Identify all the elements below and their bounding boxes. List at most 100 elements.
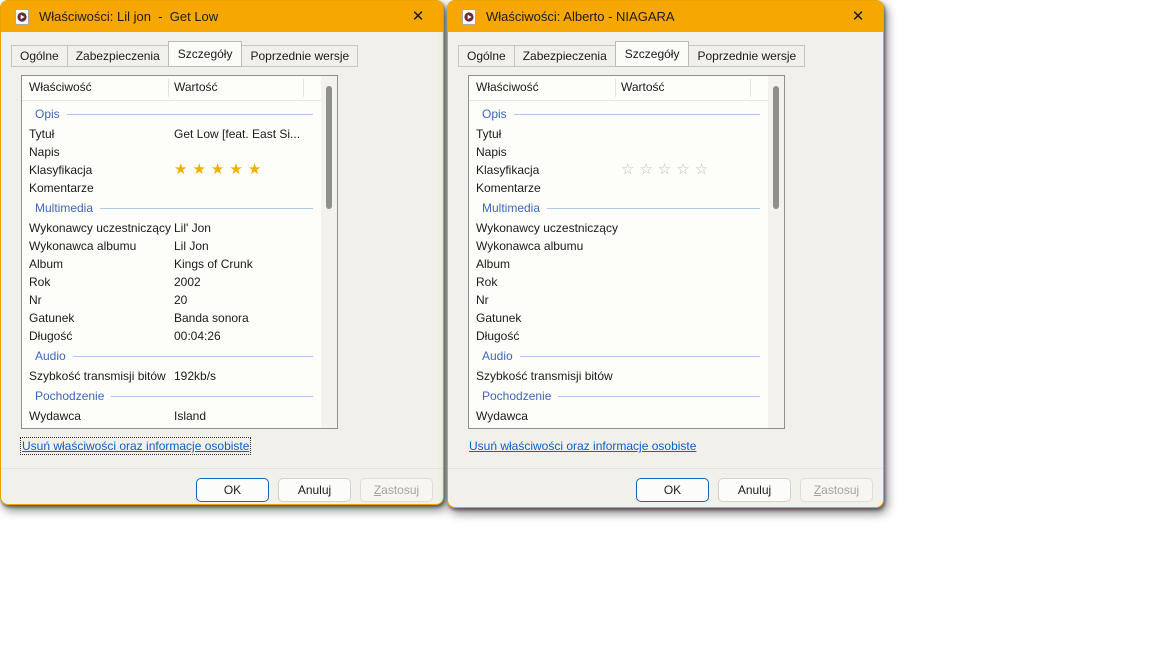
property-value[interactable]	[621, 255, 767, 273]
property-value[interactable]: Lil Jon	[174, 237, 320, 255]
close-icon[interactable]: ✕	[841, 1, 875, 32]
property-value[interactable]: 00:04:26	[174, 327, 320, 345]
property-row[interactable]: Napis	[469, 143, 767, 161]
cancel-button[interactable]: Anuluj	[278, 478, 351, 502]
remove-properties-link[interactable]: Usuń właściwości oraz informacje osobist…	[19, 437, 252, 455]
details-tab-page: Właściwość Wartość Opis Tytuł Napis Klas…	[448, 63, 883, 507]
star-filled-icon[interactable]: ★	[174, 162, 187, 178]
section-divider-line	[111, 396, 313, 397]
property-value[interactable]	[621, 179, 767, 197]
column-divider	[168, 79, 169, 97]
rating-row[interactable]: Klasyfikacja ★ ★ ★ ★ ★	[22, 161, 320, 179]
property-row[interactable]: Wykonawcy uczestniczący Lil' Jon	[22, 219, 320, 237]
section-heading: Pochodzenie	[35, 389, 105, 403]
property-row[interactable]: Komentarze	[22, 179, 320, 197]
property-value[interactable]: 2002	[174, 273, 320, 291]
property-row[interactable]: Nr 20	[22, 291, 320, 309]
property-value[interactable]	[621, 309, 767, 327]
property-value[interactable]	[621, 367, 767, 385]
property-row[interactable]: Wydawca	[469, 407, 767, 425]
property-value[interactable]	[621, 291, 767, 309]
property-row[interactable]: Rok 2002	[22, 273, 320, 291]
ok-button[interactable]: OK	[636, 478, 709, 502]
property-value[interactable]: Kings of Crunk	[174, 255, 320, 273]
scrollbar[interactable]	[768, 76, 784, 428]
window-title: Właściwości: Alberto - NIAGARA	[486, 9, 675, 24]
tab-szczegóły[interactable]: Szczegóły	[614, 41, 690, 67]
property-value[interactable]	[621, 407, 767, 425]
titlebar[interactable]: Właściwości: Alberto - NIAGARA ✕	[448, 1, 883, 32]
property-row[interactable]: Gatunek	[469, 309, 767, 327]
apply-button[interactable]: Zastosuj	[800, 478, 873, 502]
property-value[interactable]	[621, 273, 767, 291]
cancel-button[interactable]: Anuluj	[718, 478, 791, 502]
titlebar[interactable]: Właściwości: Lil jon - Get Low ✕	[1, 1, 443, 32]
property-row[interactable]: Szybkość transmisji bitów 192kb/s	[22, 367, 320, 385]
property-row[interactable]: Wydawca Island	[22, 407, 320, 425]
rating-row[interactable]: Klasyfikacja ☆ ☆ ☆ ☆ ☆	[469, 161, 767, 179]
star-empty-icon[interactable]: ☆	[639, 162, 652, 178]
scrollbar-thumb[interactable]	[326, 86, 332, 209]
property-value[interactable]: 20	[174, 291, 320, 309]
property-row[interactable]: Wykonawca albumu Lil Jon	[22, 237, 320, 255]
star-empty-icon[interactable]: ☆	[621, 162, 634, 178]
property-value[interactable]	[174, 143, 320, 161]
tab-label: Poprzednie wersje	[697, 49, 797, 63]
property-row[interactable]: Nr	[469, 291, 767, 309]
property-value[interactable]	[174, 179, 320, 197]
section-row: Pochodzenie	[469, 385, 767, 407]
section-divider-line	[519, 356, 760, 357]
scrollbar[interactable]	[321, 76, 337, 428]
property-row[interactable]: Napis	[22, 143, 320, 161]
remove-properties-link[interactable]: Usuń właściwości oraz informacje osobist…	[469, 439, 696, 453]
ok-button[interactable]: OK	[196, 478, 269, 502]
star-filled-icon[interactable]: ★	[248, 162, 261, 178]
property-row[interactable]: Wykonawca albumu	[469, 237, 767, 255]
property-row[interactable]: Długość 00:04:26	[22, 327, 320, 345]
section-row: Audio	[22, 345, 320, 367]
close-icon[interactable]: ✕	[401, 1, 435, 32]
desktop-background: Właściwości: Lil jon - Get Low ✕ Ogólne Z…	[0, 0, 1152, 648]
property-value[interactable]: Island	[174, 407, 320, 425]
star-empty-icon[interactable]: ☆	[695, 162, 708, 178]
property-value[interactable]	[621, 125, 767, 143]
property-value[interactable]	[621, 327, 767, 345]
property-value[interactable]	[621, 143, 767, 161]
property-row[interactable]: Album	[469, 255, 767, 273]
property-value[interactable]: Banda sonora	[174, 309, 320, 327]
tab-label: Szczegóły	[624, 47, 680, 61]
property-label: Napis	[29, 145, 60, 159]
star-empty-icon[interactable]: ☆	[658, 162, 671, 178]
property-value[interactable]: 192kb/s	[174, 367, 320, 385]
tab-szczegóły[interactable]: Szczegóły	[167, 41, 243, 67]
property-rows: Opis Tytuł Get Low [feat. East Si... Nap…	[22, 101, 320, 427]
scrollbar-thumb[interactable]	[773, 86, 779, 209]
apply-button-label: Zastosuj	[813, 483, 860, 497]
property-value[interactable]	[621, 237, 767, 255]
property-label: Album	[29, 257, 64, 271]
property-row[interactable]: Rok	[469, 273, 767, 291]
property-value[interactable]	[621, 219, 767, 237]
property-row[interactable]: Tytuł	[469, 125, 767, 143]
property-row[interactable]: Gatunek Banda sonora	[22, 309, 320, 327]
star-filled-icon[interactable]: ★	[211, 162, 224, 178]
property-row[interactable]: Album Kings of Crunk	[22, 255, 320, 273]
section-row: Opis	[469, 103, 767, 125]
rating-stars[interactable]: ★ ★ ★ ★ ★	[174, 161, 320, 179]
property-label: Napis	[476, 145, 507, 159]
star-empty-icon[interactable]: ☆	[676, 162, 689, 178]
star-filled-icon[interactable]: ★	[192, 162, 205, 178]
apply-button[interactable]: Zastosuj	[360, 478, 433, 502]
property-row[interactable]: Szybkość transmisji bitów	[469, 367, 767, 385]
property-row[interactable]: Tytuł Get Low [feat. East Si...	[22, 125, 320, 143]
property-row[interactable]: Długość	[469, 327, 767, 345]
properties-panel: Właściwość Wartość Opis Tytuł Napis Klas…	[468, 75, 785, 429]
property-row[interactable]: Komentarze	[469, 179, 767, 197]
property-row[interactable]: Wykonawcy uczestniczący	[469, 219, 767, 237]
property-value[interactable]: Lil' Jon	[174, 219, 320, 237]
property-label: Szybkość transmisji bitów	[29, 369, 166, 383]
section-divider-line	[100, 208, 313, 209]
star-filled-icon[interactable]: ★	[229, 162, 242, 178]
rating-stars[interactable]: ☆ ☆ ☆ ☆ ☆	[621, 161, 767, 179]
property-value[interactable]: Get Low [feat. East Si...	[174, 125, 320, 143]
